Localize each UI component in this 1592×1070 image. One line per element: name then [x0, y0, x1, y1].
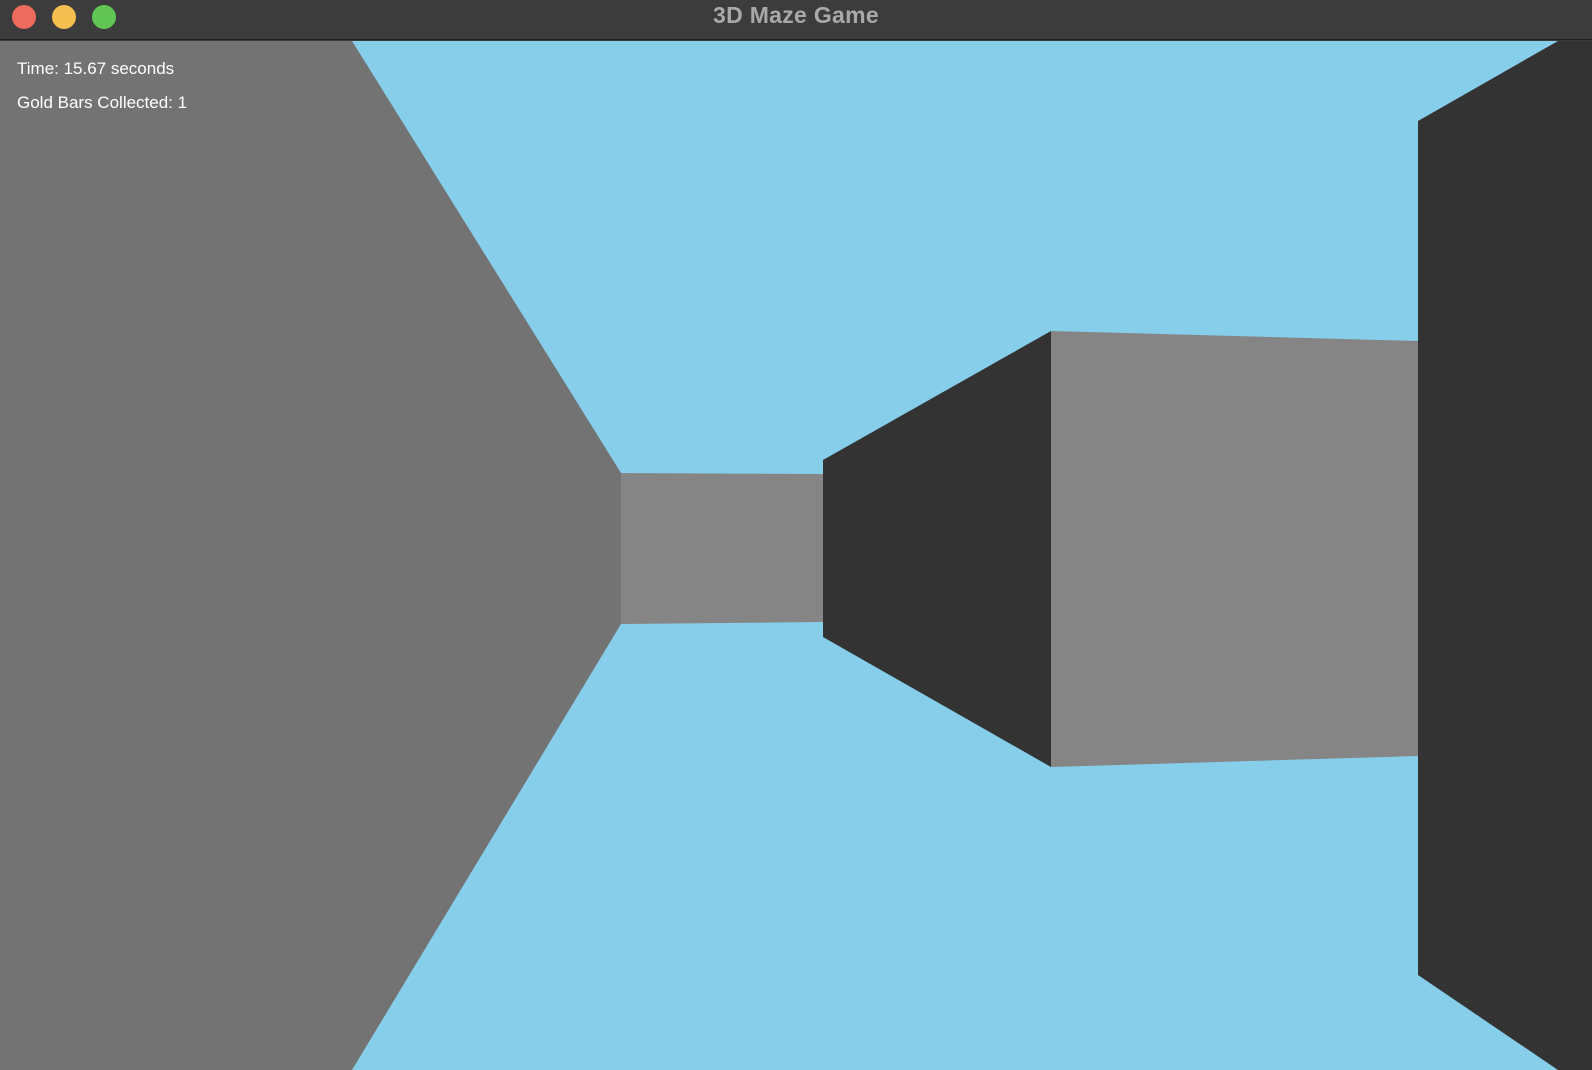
- right-edge-wall: [1418, 41, 1592, 1070]
- game-viewport[interactable]: Time: 15.67 seconds Gold Bars Collected:…: [0, 41, 1592, 1070]
- title-bar[interactable]: 3D Maze Game: [0, 0, 1592, 40]
- window-title: 3D Maze Game: [713, 2, 879, 28]
- game-window: 3D Maze Game Time: 15.67 seconds Gold Ba…: [0, 0, 1592, 1070]
- timer-display: Time: 15.67 seconds: [17, 59, 175, 78]
- right-front-wall: [1051, 331, 1418, 767]
- far-front-wall: [621, 473, 823, 624]
- maze-scene: [0, 41, 1592, 1070]
- gold-counter: Gold Bars Collected: 1: [17, 93, 188, 112]
